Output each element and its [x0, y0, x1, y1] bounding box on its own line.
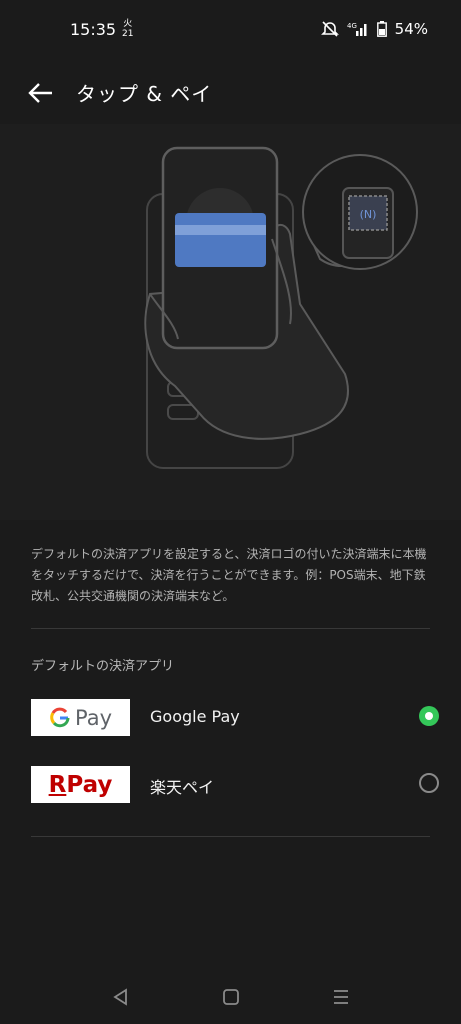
- divider: [31, 628, 430, 629]
- google-pay-logo: Pay: [31, 699, 130, 736]
- status-bar: 15:35 火 21 4G 54%: [0, 0, 461, 60]
- rakuten-pay-logo-text: Pay: [66, 771, 113, 798]
- calendar-weekday: 火: [123, 19, 133, 29]
- nav-home-icon[interactable]: [220, 986, 242, 1008]
- signal-icon: 4G: [347, 22, 367, 36]
- battery-icon: [376, 21, 387, 37]
- rakuten-pay-name: 楽天ペイ: [150, 778, 215, 797]
- illustration-svg: (N): [144, 146, 418, 469]
- calendar-day: 21: [122, 29, 134, 39]
- nav-recents-icon[interactable]: [330, 986, 352, 1008]
- status-time: 15:35: [70, 20, 117, 39]
- google-g-icon: [50, 707, 70, 727]
- page-title: タップ & ペイ: [76, 82, 213, 106]
- google-pay-logo-text: Pay: [74, 705, 113, 730]
- svg-text:(N): (N): [360, 208, 377, 221]
- rakuten-pay-radio[interactable]: [419, 773, 439, 793]
- payment-app-google-pay[interactable]: Pay Google Pay: [0, 699, 461, 751]
- section-title: デフォルトの決済アプリ: [31, 659, 175, 674]
- google-pay-name: Google Pay: [150, 707, 240, 726]
- svg-text:4G: 4G: [347, 22, 357, 30]
- payment-app-rakuten-pay[interactable]: R Pay 楽天ペイ: [0, 766, 461, 818]
- back-arrow-icon[interactable]: [26, 78, 56, 108]
- app-bar: タップ & ペイ: [0, 60, 461, 124]
- mute-icon: [320, 21, 339, 37]
- nfc-icon: (N): [360, 208, 377, 221]
- battery-percent: 54%: [394, 20, 428, 38]
- tap-and-pay-illustration: (N): [0, 124, 461, 520]
- calendar-icon: 火 21: [122, 19, 133, 39]
- nav-back-icon[interactable]: [110, 986, 132, 1008]
- google-pay-radio[interactable]: [419, 706, 439, 726]
- description-text: デフォルトの決済アプリを設定すると、決済ロゴの付いた決済端末に本機をタッチするだ…: [31, 547, 427, 603]
- divider: [31, 836, 430, 837]
- navigation-bar: [0, 968, 461, 1024]
- rakuten-pay-logo: R Pay: [31, 766, 130, 803]
- rakuten-r-mark: R: [48, 771, 67, 798]
